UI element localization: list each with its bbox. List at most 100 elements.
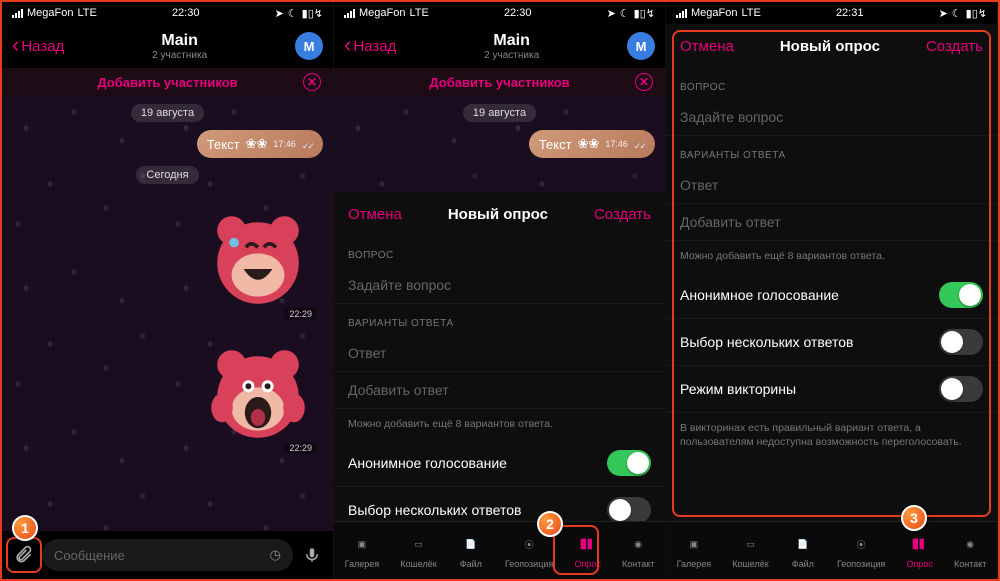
wallet-icon: ▭: [737, 533, 763, 557]
poll-cancel[interactable]: Отмена: [348, 206, 402, 223]
moon-icon: ☾: [288, 7, 298, 20]
battery-icon: ▮▯↯: [634, 7, 655, 20]
poll-title: Новый опрос: [448, 206, 548, 223]
poll-title: Новый опрос: [780, 38, 880, 55]
chat-title: Main: [152, 32, 207, 50]
add-members-row[interactable]: Добавить участников✕: [2, 68, 333, 96]
sticker-bear-screaming[interactable]: 22:29: [193, 326, 323, 456]
close-icon[interactable]: ✕: [303, 73, 321, 91]
switch-icon: [607, 497, 651, 523]
message-outgoing[interactable]: Текст❀❀17:46: [197, 130, 323, 158]
switch-icon: [939, 376, 983, 402]
date-chip: Сегодня: [136, 166, 198, 184]
contact-icon: ◉: [957, 533, 983, 557]
toggle-anonymous[interactable]: Анонимное голосование: [666, 272, 997, 319]
add-answer[interactable]: Добавить ответ: [334, 372, 665, 409]
date-chip: 19 августа: [131, 104, 204, 122]
attach-wallet[interactable]: ▭Кошелёк: [732, 533, 768, 569]
attach-file[interactable]: 📄Файл: [458, 533, 484, 569]
attach-poll[interactable]: ▊▋Опрос: [574, 533, 600, 569]
switch-icon: [607, 450, 651, 476]
message-input[interactable]: Сообщение ◷: [42, 539, 293, 571]
chat-body: 19 августа Текст❀❀17:46 Сегодня 22:29 22…: [2, 96, 333, 531]
toggle-anonymous[interactable]: Анонимное голосование: [334, 440, 665, 487]
file-icon: 📄: [790, 533, 816, 557]
message-outgoing[interactable]: Текст❀❀17:46: [529, 130, 655, 158]
file-icon: 📄: [458, 533, 484, 557]
answers-label: ВАРИАНТЫ ОТВЕТА: [334, 304, 665, 335]
answer-input[interactable]: Ответ: [334, 335, 665, 372]
back-button[interactable]: Назад: [12, 35, 64, 57]
poll-cancel[interactable]: Отмена: [680, 38, 734, 55]
poll-icon: ▊▋: [907, 533, 933, 557]
status-bar: MegaFonLTE 22:30 ➤☾▮▯↯: [2, 2, 333, 24]
question-input[interactable]: Задайте вопрос: [666, 99, 997, 136]
poll-create[interactable]: Создать: [926, 38, 983, 55]
moon-icon: ☾: [620, 7, 630, 20]
battery-icon: ▮▯↯: [302, 7, 323, 20]
attach-menu: ▣Галерея ▭Кошелёк 📄Файл ⦿Геопозиция ▊▋Оп…: [666, 521, 997, 579]
read-ticks-icon: [302, 137, 313, 152]
attach-wallet[interactable]: ▭Кошелёк: [400, 533, 436, 569]
location-pin-icon: ⦿: [848, 533, 874, 557]
status-bar: MegaFonLTE 22:30 ➤☾▮▯↯: [334, 2, 665, 24]
poll-sheet-full: Отмена Новый опрос Создать ВОПРОС Задайт…: [666, 24, 997, 522]
toggle-multiple[interactable]: Выбор нескольких ответов: [666, 319, 997, 366]
avatar[interactable]: M: [295, 32, 323, 60]
phone-screen-3: MegaFonLTE 22:31 ➤☾▮▯↯ Отмена Новый опро…: [666, 2, 998, 579]
callout-2: 2: [537, 511, 563, 537]
chat-subtitle: 2 участника: [152, 50, 207, 61]
poll-create[interactable]: Создать: [594, 206, 651, 223]
wallet-icon: ▭: [405, 533, 431, 557]
location-icon: ➤: [607, 7, 616, 20]
chat-header: Назад Main2 участника M: [334, 24, 665, 68]
chat-header: Назад Main2 участника M: [2, 24, 333, 68]
attach-location[interactable]: ⦿Геопозиция: [837, 533, 885, 569]
switch-icon: [939, 329, 983, 355]
callout-1: 1: [12, 515, 38, 541]
battery-icon: ▮▯↯: [966, 7, 987, 20]
location-pin-icon: ⦿: [516, 533, 542, 557]
read-ticks-icon: [634, 137, 645, 152]
attach-contact[interactable]: ◉Контакт: [954, 533, 986, 569]
quiz-hint: В викторинах есть правильный вариант отв…: [666, 413, 997, 458]
add-members-row[interactable]: Добавить участников✕: [334, 68, 665, 96]
location-icon: ➤: [939, 7, 948, 20]
avatar[interactable]: M: [627, 32, 655, 60]
status-bar: MegaFonLTE 22:31 ➤☾▮▯↯: [666, 2, 997, 24]
attach-menu: ▣Галерея ▭Кошелёк 📄Файл ⦿Геопозиция ▊▋Оп…: [334, 521, 665, 579]
back-button[interactable]: Назад: [344, 35, 396, 57]
attach-gallery[interactable]: ▣Галерея: [677, 533, 712, 569]
phone-screen-2: MegaFonLTE 22:30 ➤☾▮▯↯ Назад Main2 участ…: [334, 2, 666, 579]
location-icon: ➤: [275, 7, 284, 20]
toggle-quiz[interactable]: Режим викторины: [666, 366, 997, 413]
answer-input[interactable]: Ответ: [666, 167, 997, 204]
message-input-row: Сообщение ◷: [2, 531, 333, 579]
poll-sheet: Отмена Новый опрос Создать ВОПРОС Задайт…: [334, 192, 665, 522]
status-time: 22:30: [172, 7, 200, 19]
moon-icon: ☾: [952, 7, 962, 20]
callout-3: 3: [901, 505, 927, 531]
attach-file[interactable]: 📄Файл: [790, 533, 816, 569]
poll-icon: ▊▋: [575, 533, 601, 557]
sticker-picker-icon[interactable]: ◷: [270, 547, 281, 563]
flower-icon: ❀❀: [246, 136, 268, 152]
attach-contact[interactable]: ◉Контакт: [622, 533, 654, 569]
question-input[interactable]: Задайте вопрос: [334, 267, 665, 304]
attach-gallery[interactable]: ▣Галерея: [345, 533, 380, 569]
switch-icon: [939, 282, 983, 308]
signal-icon: [676, 9, 687, 18]
contact-icon: ◉: [625, 533, 651, 557]
signal-icon: [12, 9, 23, 18]
gallery-icon: ▣: [349, 533, 375, 557]
signal-icon: [344, 9, 355, 18]
phone-screen-1: MegaFonLTE 22:30 ➤☾▮▯↯ Назад Main2 участ…: [2, 2, 334, 579]
sticker-bear-laughing[interactable]: 22:29: [193, 192, 323, 322]
add-answer[interactable]: Добавить ответ: [666, 204, 997, 241]
question-label: ВОПРОС: [334, 236, 665, 267]
mic-icon[interactable]: [301, 544, 323, 566]
close-icon[interactable]: ✕: [635, 73, 653, 91]
attach-poll[interactable]: ▊▋Опрос: [906, 533, 932, 569]
attach-icon[interactable]: [12, 544, 34, 566]
attach-location[interactable]: ⦿Геопозиция: [505, 533, 553, 569]
